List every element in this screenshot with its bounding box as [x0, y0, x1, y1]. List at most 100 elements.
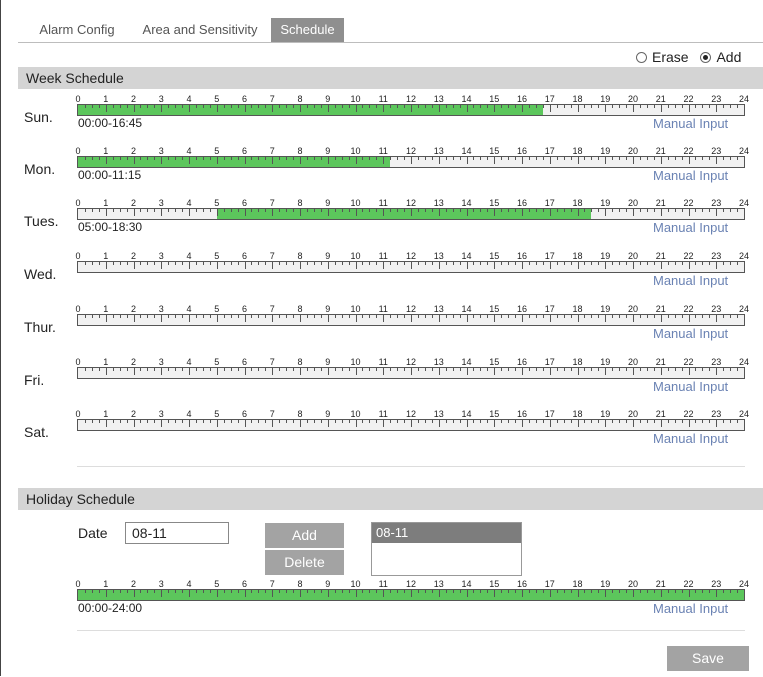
track-tick: [369, 262, 371, 265]
track-tick: [189, 209, 190, 216]
track-tick: [709, 590, 711, 593]
add-radio[interactable]: Add: [700, 49, 741, 65]
track-tick: [473, 368, 475, 371]
track-tick: [397, 420, 399, 423]
track-tick: [459, 105, 461, 108]
schedule-track[interactable]: [77, 589, 745, 601]
track-tick: [522, 368, 523, 375]
track-tick: [542, 420, 544, 423]
schedule-track[interactable]: [77, 367, 745, 379]
track-tick: [424, 105, 426, 108]
add-holiday-button[interactable]: Add: [265, 523, 344, 548]
holiday-list[interactable]: 08-11: [371, 522, 522, 576]
track-tick: [417, 105, 419, 108]
tab-alarm-config[interactable]: Alarm Config: [28, 18, 126, 42]
track-tick: [272, 157, 274, 164]
hour-label: 15: [489, 251, 500, 261]
track-tick: [244, 262, 246, 269]
hour-label: 22: [683, 146, 694, 156]
date-field[interactable]: 08-11: [125, 522, 229, 544]
track-tick: [417, 420, 419, 423]
track-tick: [175, 209, 177, 212]
manual-input-link[interactable]: Manual Input: [653, 431, 728, 446]
hour-label: 23: [711, 146, 722, 156]
track-tick: [501, 368, 503, 371]
holiday-list-item[interactable]: 08-11: [372, 523, 521, 543]
hour-label: 12: [405, 146, 417, 156]
hour-label: 16: [516, 146, 528, 156]
hour-label: 19: [600, 251, 611, 261]
track-tick: [84, 315, 86, 318]
track-tick: [209, 209, 211, 212]
manual-input-link[interactable]: Manual Input: [653, 116, 728, 131]
schedule-fill: [78, 157, 391, 167]
track-tick: [313, 368, 315, 371]
track-tick: [473, 209, 475, 212]
track-tick: [549, 157, 551, 164]
track-tick: [417, 368, 419, 371]
schedule-track[interactable]: [77, 419, 745, 431]
hour-label: 24: [738, 146, 750, 156]
track-tick: [577, 209, 579, 216]
track-tick: [716, 315, 718, 322]
manual-input-link[interactable]: Manual Input: [653, 326, 728, 341]
delete-holiday-button[interactable]: Delete: [265, 550, 344, 575]
hour-label: 16: [516, 409, 528, 419]
hour-label: 13: [433, 579, 444, 589]
track-tick: [515, 590, 517, 593]
track-tick: [189, 157, 190, 164]
manual-input-link[interactable]: Manual Input: [653, 379, 728, 394]
schedule-track[interactable]: [77, 156, 745, 168]
track-tick: [244, 315, 246, 322]
track-tick: [528, 262, 530, 265]
track-tick: [306, 420, 308, 423]
track-tick: [633, 262, 634, 269]
hour-label: 24: [738, 198, 750, 208]
track-tick: [424, 420, 426, 423]
hour-label: 4: [186, 304, 192, 314]
track-tick: [431, 262, 433, 265]
hour-label: 23: [711, 357, 722, 367]
manual-input-link[interactable]: Manual Input: [653, 601, 728, 616]
track-tick: [390, 209, 392, 212]
track-tick: [688, 315, 690, 322]
track-tick: [195, 262, 197, 265]
track-tick: [667, 105, 669, 108]
track-tick: [480, 315, 482, 318]
track-tick: [612, 157, 614, 160]
schedule-track[interactable]: [77, 261, 745, 273]
manual-input-link[interactable]: Manual Input: [653, 220, 728, 235]
track-tick: [126, 315, 128, 318]
track-tick: [244, 420, 246, 427]
track-tick: [140, 590, 142, 593]
track-tick: [438, 209, 440, 216]
day-label: Mon.: [24, 161, 56, 177]
track-tick: [404, 420, 406, 423]
track-tick: [133, 157, 135, 164]
track-tick: [730, 105, 732, 108]
schedule-track[interactable]: [77, 314, 745, 326]
track-tick: [508, 590, 510, 593]
track-tick: [279, 420, 281, 423]
track-tick: [300, 315, 301, 322]
manual-input-link[interactable]: Manual Input: [653, 168, 728, 183]
track-tick: [126, 157, 128, 160]
track-tick: [480, 157, 482, 160]
track-tick: [209, 590, 211, 593]
hour-label: 20: [627, 357, 639, 367]
track-tick: [605, 368, 607, 375]
tab-area-sensitivity[interactable]: Area and Sensitivity: [130, 18, 270, 42]
track-tick: [237, 420, 239, 423]
schedule-track[interactable]: [77, 104, 745, 116]
save-button[interactable]: Save: [667, 646, 749, 671]
manual-input-link[interactable]: Manual Input: [653, 273, 728, 288]
schedule-track[interactable]: [77, 208, 745, 220]
track-tick: [438, 105, 440, 112]
track-tick: [105, 209, 107, 216]
hour-label: 13: [433, 198, 444, 208]
track-tick: [300, 105, 301, 112]
erase-radio[interactable]: Erase: [636, 49, 689, 65]
track-tick: [147, 209, 149, 212]
tab-schedule[interactable]: Schedule: [271, 18, 344, 42]
track-tick: [91, 368, 93, 371]
